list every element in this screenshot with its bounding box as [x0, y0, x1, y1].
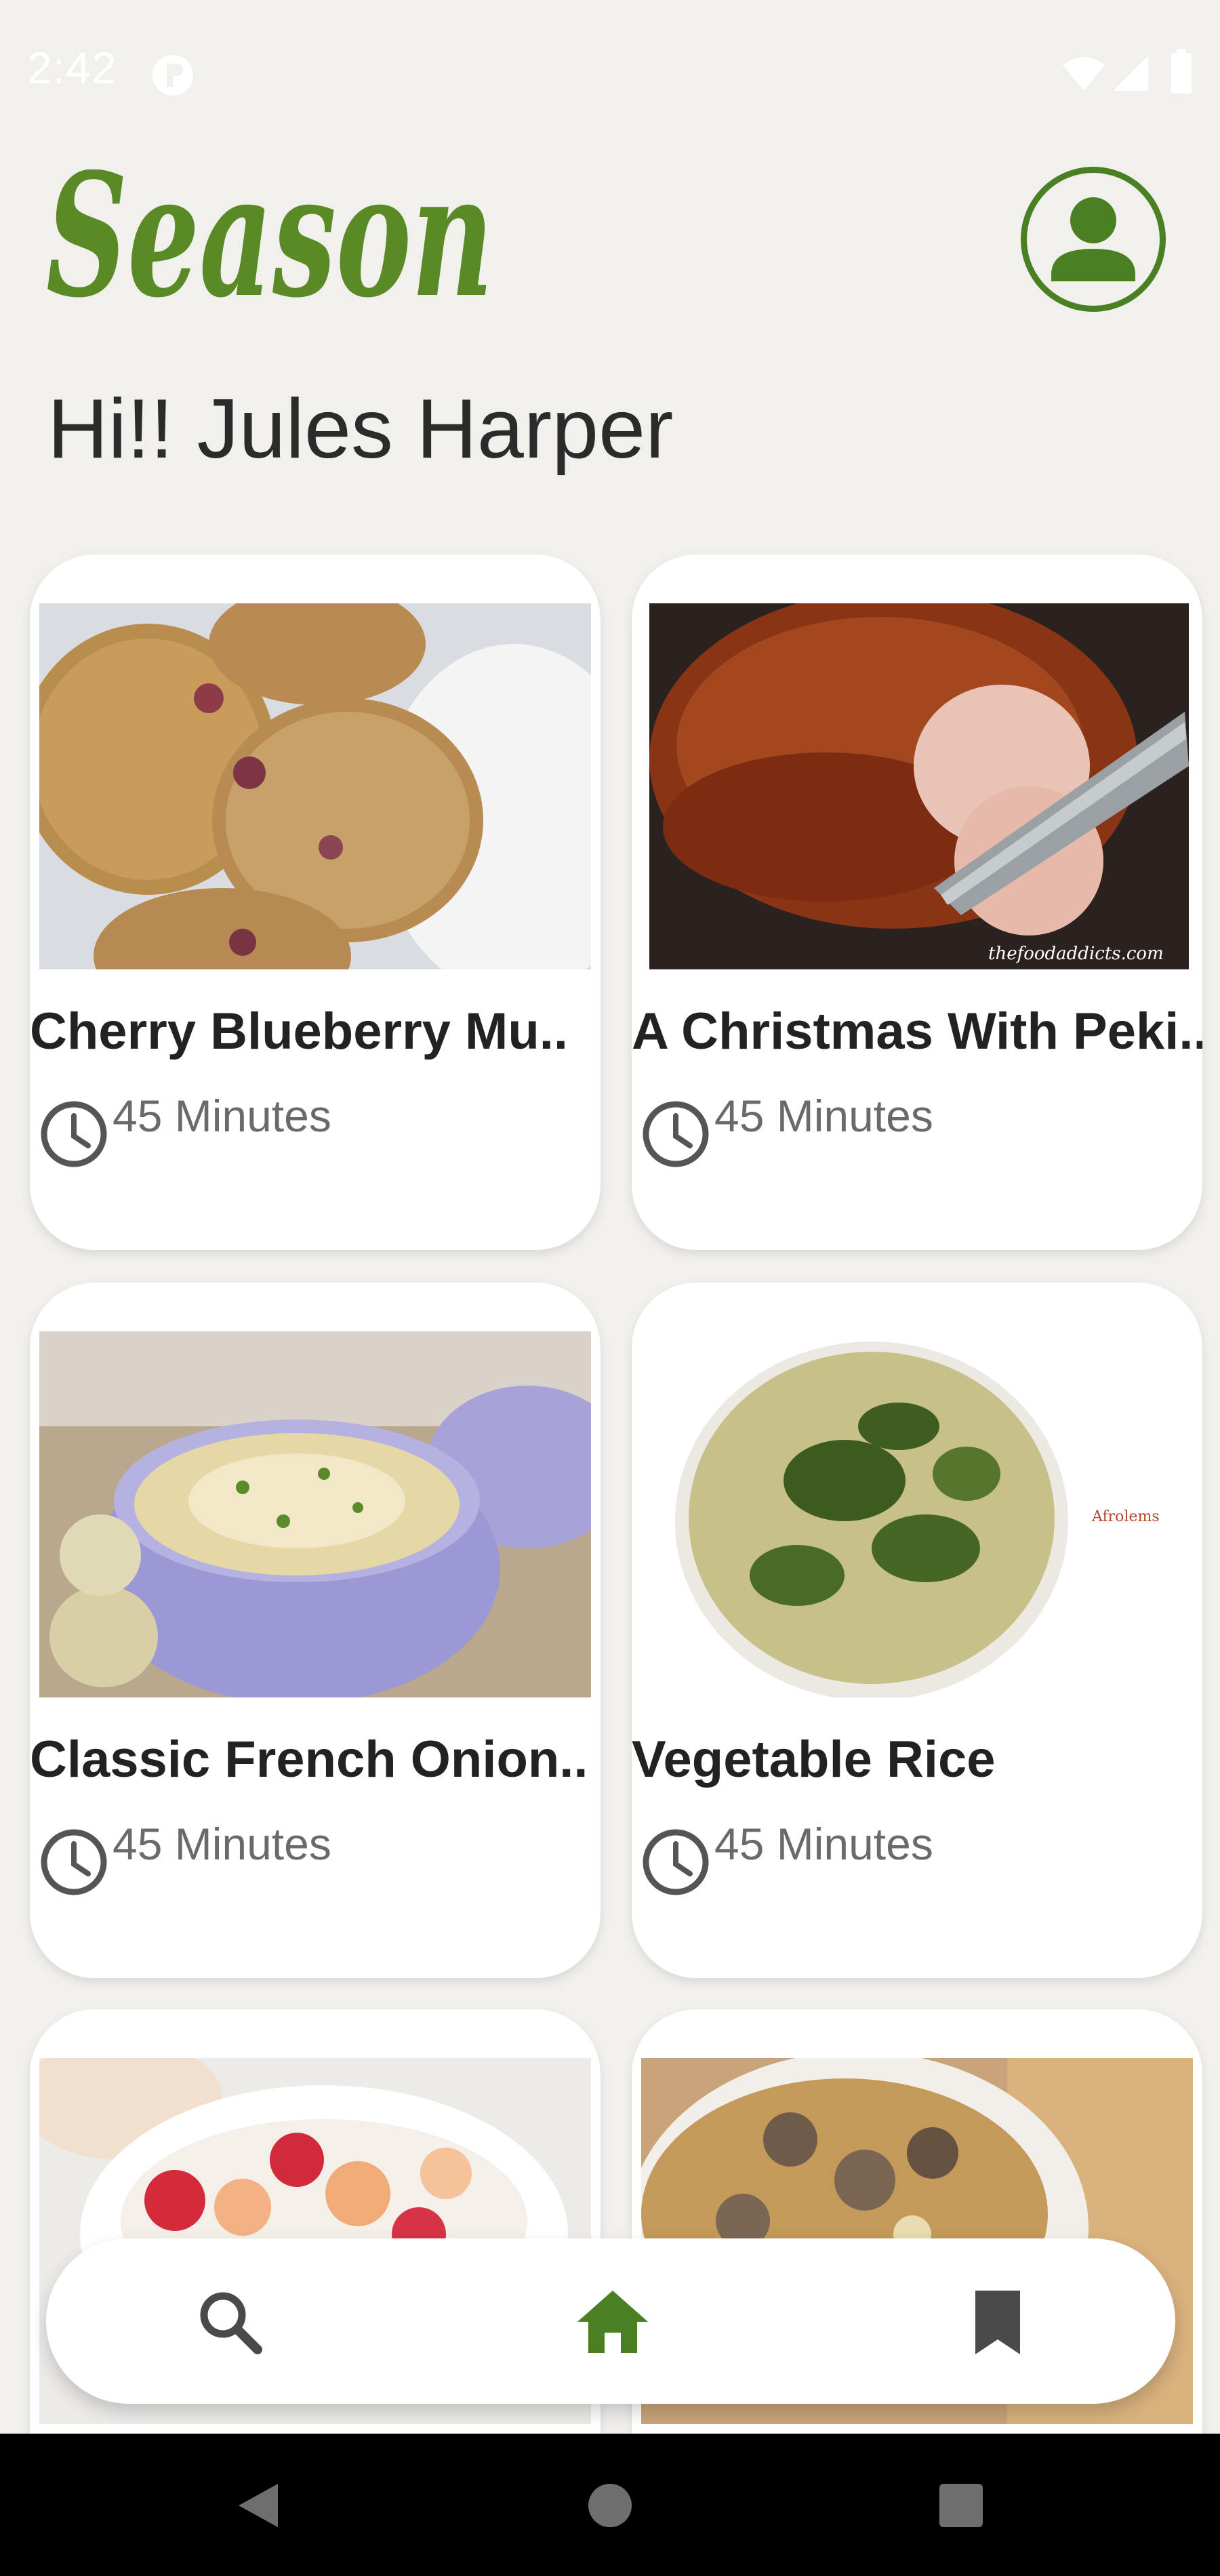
recipe-time: 45 Minutes: [113, 1819, 331, 1869]
nav-bookmark-button[interactable]: [950, 2275, 1045, 2370]
recipe-image-onion-soup: [39, 1331, 591, 1697]
home-icon: [577, 2291, 648, 2353]
status-bar: 2:42: [0, 0, 1220, 149]
recipe-time: 45 Minutes: [714, 1091, 933, 1141]
logo-text: Season: [46, 169, 493, 319]
recipe-card[interactable]: thefoodaddicts.com A Christmas With Peki…: [632, 555, 1202, 1250]
clock-icon: [41, 1101, 107, 1167]
bookmark-icon: [975, 2291, 1020, 2354]
app-notification-icon: [152, 55, 193, 96]
recipe-title: Vegetable Rice: [632, 1731, 996, 1788]
search-icon: [200, 2292, 262, 2354]
photo-watermark: thefoodaddicts.com: [988, 944, 1164, 964]
status-time: 2:42: [27, 43, 117, 93]
greeting-text: Hi!! Jules Harper: [47, 382, 674, 476]
recipe-card[interactable]: Afrolems Vegetable Rice 45 Minutes: [632, 1283, 1202, 1978]
home-circle-icon[interactable]: [584, 2480, 636, 2531]
bottom-navigation: [46, 2238, 1175, 2404]
profile-button[interactable]: [1021, 167, 1166, 312]
recipe-time: 45 Minutes: [113, 1091, 331, 1141]
recipe-time: 45 Minutes: [714, 1819, 933, 1869]
recipe-card[interactable]: Classic French Onion.. 45 Minutes: [30, 1283, 601, 1978]
account-circle-icon: [1051, 197, 1135, 281]
recents-icon[interactable]: [937, 2481, 985, 2530]
recipe-title: A Christmas With Peki..: [632, 1003, 1202, 1060]
season-logo: Season: [46, 169, 493, 319]
system-navigation-bar: [0, 2434, 1220, 2576]
clock-icon: [643, 1829, 709, 1895]
recipe-image-muffins: [39, 603, 591, 969]
photo-watermark: Afrolems: [1091, 1508, 1160, 1525]
wifi-icon: [1063, 57, 1105, 91]
recipe-title: Classic French Onion..: [30, 1731, 588, 1788]
recipe-image-roast-duck: thefoodaddicts.com: [649, 603, 1189, 969]
app-screen: 2:42 Season Hi!! Jules Harper Cherry Blu…: [0, 0, 1220, 2576]
cell-signal-icon: [1113, 56, 1148, 91]
back-icon[interactable]: [230, 2478, 285, 2533]
recipe-card[interactable]: Cherry Blueberry Mu.. 45 Minutes: [30, 555, 601, 1250]
clock-icon: [643, 1101, 709, 1167]
nav-search-button[interactable]: [183, 2275, 278, 2370]
battery-icon: [1171, 49, 1192, 94]
recipe-image-vegetable-rice: Afrolems: [641, 1331, 1193, 1697]
recipe-title: Cherry Blueberry Mu..: [30, 1003, 568, 1060]
nav-home-button[interactable]: [565, 2275, 660, 2370]
clock-icon: [41, 1829, 107, 1895]
